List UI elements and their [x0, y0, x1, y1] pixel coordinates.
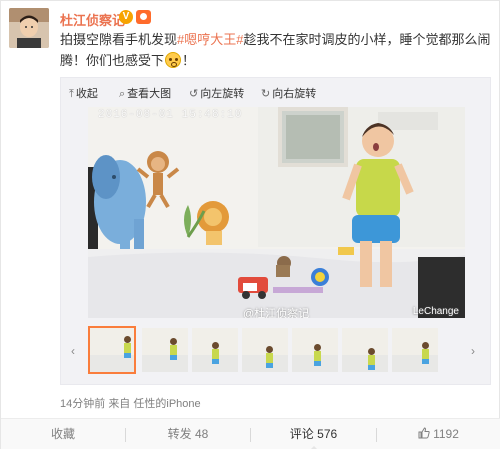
collapse-label: 收起 — [75, 88, 98, 100]
avatar-image — [9, 8, 49, 48]
post-text: 拍摄空隙看手机发现#嗯哼大王#趁我不在家时调皮的小样，睡个觉都那么闹腾！你们也感… — [60, 29, 492, 71]
like-count: 1192 — [433, 427, 459, 441]
thumbnail[interactable] — [292, 328, 338, 372]
rotate-left-button[interactable]: ↺ 向左旋转 — [189, 85, 244, 101]
favorite-label: 收藏 — [50, 427, 75, 441]
thumbnail[interactable] — [192, 328, 238, 372]
like-button[interactable]: 1192 — [377, 419, 500, 449]
username-link[interactable]: 杜江侦察记 — [60, 10, 125, 29]
thumb-up-icon — [418, 419, 430, 449]
vip-icon — [136, 10, 151, 24]
favorite-button[interactable]: 收藏 — [1, 419, 125, 449]
thumbnail[interactable] — [88, 326, 136, 374]
thumbs-next-arrow-icon[interactable]: › — [471, 344, 475, 358]
media-viewer: ⤒ 收起 ⌕ 查看大图 ↺ 向左旋转 ↻ 向右旋转 2016-08-01 15:… — [60, 77, 491, 385]
thumbs-prev-arrow-icon[interactable]: ‹ — [71, 344, 75, 358]
thumbnail[interactable] — [342, 328, 388, 372]
view-large-button[interactable]: ⌕ 查看大图 — [119, 85, 171, 101]
search-icon: ⌕ — [119, 88, 126, 100]
collapse-arrow-icon: ⤒ — [69, 88, 74, 100]
post-meta: 14分钟前 来自 任性的iPhone — [60, 395, 201, 411]
source-prefix: 来自 — [108, 398, 131, 410]
comment-label: 评论 — [289, 427, 314, 441]
weibo-post-card: 杜江侦察记 V 拍摄空隙看手机发现#嗯哼大王#趁我不在家时调皮的小样，睡个觉都那… — [0, 0, 500, 449]
rotate-left-label: 向左旋转 — [200, 88, 245, 100]
camera-brand-mark: LeChange — [412, 306, 459, 317]
post-source[interactable]: 任性的iPhone — [133, 398, 200, 410]
thumbnail[interactable] — [142, 328, 188, 372]
comment-count: 576 — [317, 427, 338, 441]
main-photo[interactable]: 2016-08-01 15:48:10 @杜江侦察记 LeChange — [88, 107, 465, 318]
rotate-right-button[interactable]: ↻ 向右旋转 — [261, 85, 316, 101]
post-time[interactable]: 14分钟前 — [60, 398, 105, 410]
post-text-start: 拍摄空隙看手机发现 — [60, 32, 178, 47]
post-text-end: ！ — [182, 53, 196, 68]
rotate-right-label: 向右旋转 — [272, 88, 317, 100]
photo-timestamp: 2016-08-01 15:48:10 — [98, 109, 243, 121]
repost-count: 48 — [195, 427, 209, 441]
repost-button[interactable]: 转发 48 — [126, 419, 250, 449]
media-toolbar: ⤒ 收起 ⌕ 查看大图 ↺ 向左旋转 ↻ 向右旋转 — [61, 78, 490, 106]
comment-button[interactable]: 评论 576 — [251, 419, 376, 449]
thumbnail-strip — [88, 326, 465, 376]
hashtag-link[interactable]: #嗯哼大王# — [177, 32, 243, 47]
emoji-icon — [165, 52, 182, 68]
photo-watermark: @杜江侦察记 — [243, 308, 310, 318]
avatar[interactable] — [9, 8, 49, 48]
verified-icon: V — [119, 10, 133, 24]
view-large-label: 查看大图 — [127, 88, 172, 100]
rotate-right-icon: ↻ — [261, 88, 271, 100]
collapse-button[interactable]: ⤒ 收起 — [69, 85, 98, 101]
thumbnail[interactable] — [242, 328, 288, 372]
repost-label: 转发 — [167, 427, 192, 441]
rotate-left-icon: ↺ — [189, 88, 199, 100]
thumbnail[interactable] — [392, 328, 438, 372]
photo-scene — [88, 107, 465, 318]
action-bar: 收藏 转发 48 评论 576 1192 — [1, 418, 500, 449]
